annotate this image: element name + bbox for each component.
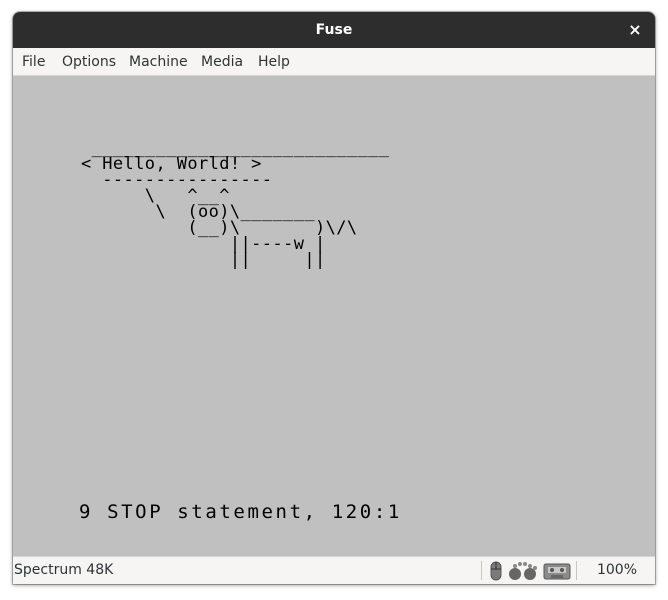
fuse-window: Fuse × File Options Machine Media Help _…: [13, 12, 655, 584]
statusbar: Spectrum 48K 100%: [13, 556, 655, 584]
window-title: Fuse: [315, 22, 353, 38]
mouse-icon: [490, 561, 502, 581]
emulator-screen[interactable]: ____________________________ < Hello, Wo…: [13, 76, 655, 556]
zoom-level: 100%: [596, 562, 637, 578]
statusbar-separator: [481, 561, 482, 580]
menu-help[interactable]: Help: [258, 48, 290, 76]
close-icon: ×: [628, 20, 642, 39]
joystick-icon: [509, 562, 537, 580]
menu-options[interactable]: Options: [62, 48, 116, 76]
menu-file[interactable]: File: [22, 48, 45, 76]
titlebar[interactable]: Fuse ×: [13, 12, 655, 48]
tape-icon: [543, 563, 571, 580]
close-button[interactable]: ×: [625, 20, 645, 40]
statusbar-separator: [576, 561, 577, 580]
cowsay-art: ____________________________ < Hello, Wo…: [81, 138, 390, 270]
basic-status-message: 9 STOP statement, 120:1: [79, 501, 402, 523]
menubar: File Options Machine Media Help: [13, 48, 655, 76]
machine-type-label: Spectrum 48K: [14, 562, 114, 578]
menu-media[interactable]: Media: [201, 48, 243, 76]
menu-machine[interactable]: Machine: [129, 48, 188, 76]
